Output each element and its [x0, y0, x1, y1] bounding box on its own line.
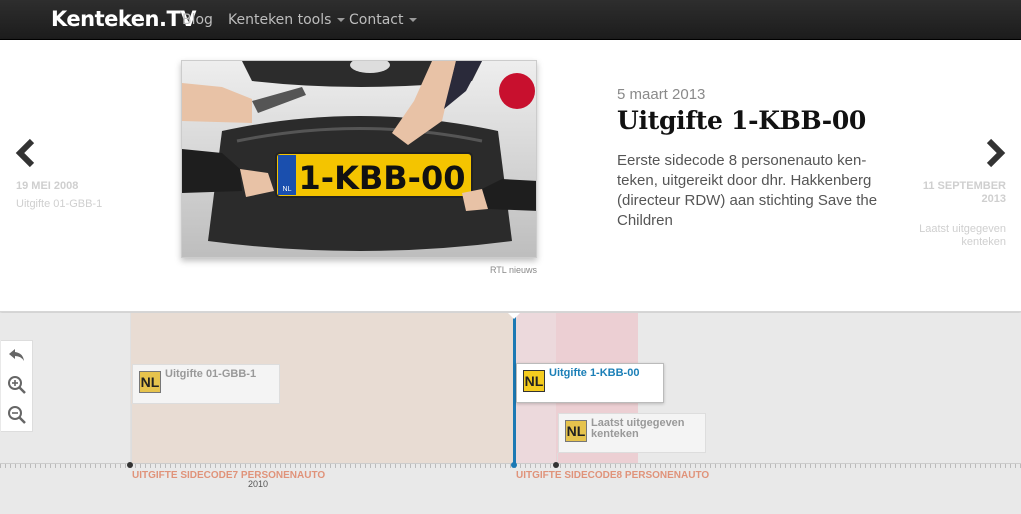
- slide-date: 5 maart 2013: [617, 86, 706, 103]
- timeline-toolbar: [1, 340, 33, 432]
- nav-contact-label: Contact: [349, 12, 404, 28]
- nav-blog[interactable]: Blog: [182, 12, 213, 28]
- chevron-down-icon: [409, 18, 418, 22]
- marker-label: Uitgifte 1-KBB-00: [549, 367, 640, 379]
- timeline-marker-01-gbb-1[interactable]: NL Uitgifte 01-GBB-1: [132, 364, 280, 404]
- slide-title: Uitgifte 1-KBB-00: [617, 106, 867, 135]
- slide-photo: NL 1-KBB-00: [181, 60, 537, 258]
- nav-kenteken-tools-label: Kenteken tools: [228, 12, 332, 28]
- previous-slide-date[interactable]: 19 MEI 2008: [16, 180, 78, 192]
- license-plate-photo: NL 1-KBB-00: [182, 61, 536, 257]
- marker-stem: [131, 404, 132, 463]
- nav-contact[interactable]: Contact: [349, 12, 418, 28]
- flag-nl-icon: NL: [523, 370, 545, 392]
- timeline-dot[interactable]: [127, 462, 133, 468]
- zoom-in-icon[interactable]: [7, 375, 27, 395]
- timeline-navigator: NL Uitgifte 01-GBB-1 NL Laatst uitgegeve…: [0, 313, 1021, 514]
- previous-slide-text[interactable]: Uitgifte 01-GBB-1: [16, 198, 106, 211]
- next-slide-date[interactable]: 11 SEPTEMBER 2013: [916, 180, 1006, 206]
- marker-label: Uitgifte 01-GBB-1: [165, 368, 257, 380]
- back-icon[interactable]: [7, 345, 27, 365]
- flag-nl-icon: NL: [139, 371, 161, 393]
- timeline-dot-active[interactable]: [511, 462, 517, 468]
- timeline-marker-laatst[interactable]: NL Laatst uitgegeven kenteken: [558, 413, 706, 453]
- flag-nl-icon: NL: [565, 420, 587, 442]
- chevron-down-icon: [337, 18, 346, 22]
- zoom-out-icon[interactable]: [7, 405, 27, 425]
- timeline-marker-1-kbb-00[interactable]: NL Uitgifte 1-KBB-00: [516, 363, 664, 403]
- top-navbar: Kenteken.TV Blog Kenteken tools Contact: [0, 0, 1021, 40]
- previous-arrow-icon[interactable]: [14, 138, 38, 168]
- photo-credit: RTL nieuws: [489, 265, 537, 275]
- next-slide-text[interactable]: Laatst uitgegeven kenteken: [916, 223, 1006, 249]
- timeline-dot[interactable]: [553, 462, 559, 468]
- nav-kenteken-tools[interactable]: Kenteken tools: [228, 12, 346, 28]
- nav-blog-label: Blog: [182, 12, 213, 28]
- next-arrow-icon[interactable]: [983, 138, 1007, 168]
- marker-label: Laatst uitgegeven kenteken: [591, 417, 685, 440]
- current-position-tip: [508, 313, 520, 319]
- year-tick-label: 2010: [248, 479, 269, 489]
- brand-logo[interactable]: Kenteken.TV: [51, 7, 197, 31]
- plate-country-text: NL: [283, 186, 292, 193]
- story-slider: 19 MEI 2008 Uitgifte 01-GBB-1 11 SEPTEMB…: [0, 40, 1021, 312]
- era-label-sidecode8: UITGIFTE SIDECODE8 PERSONENAUTO: [516, 470, 710, 481]
- era-label-sidecode7: UITGIFTE SIDECODE7 PERSONENAUTO: [132, 470, 326, 481]
- slide-body: Eerste sidecode 8 personenauto ken-teken…: [617, 152, 878, 229]
- plate-number-text: 1-KBB-00: [299, 159, 466, 197]
